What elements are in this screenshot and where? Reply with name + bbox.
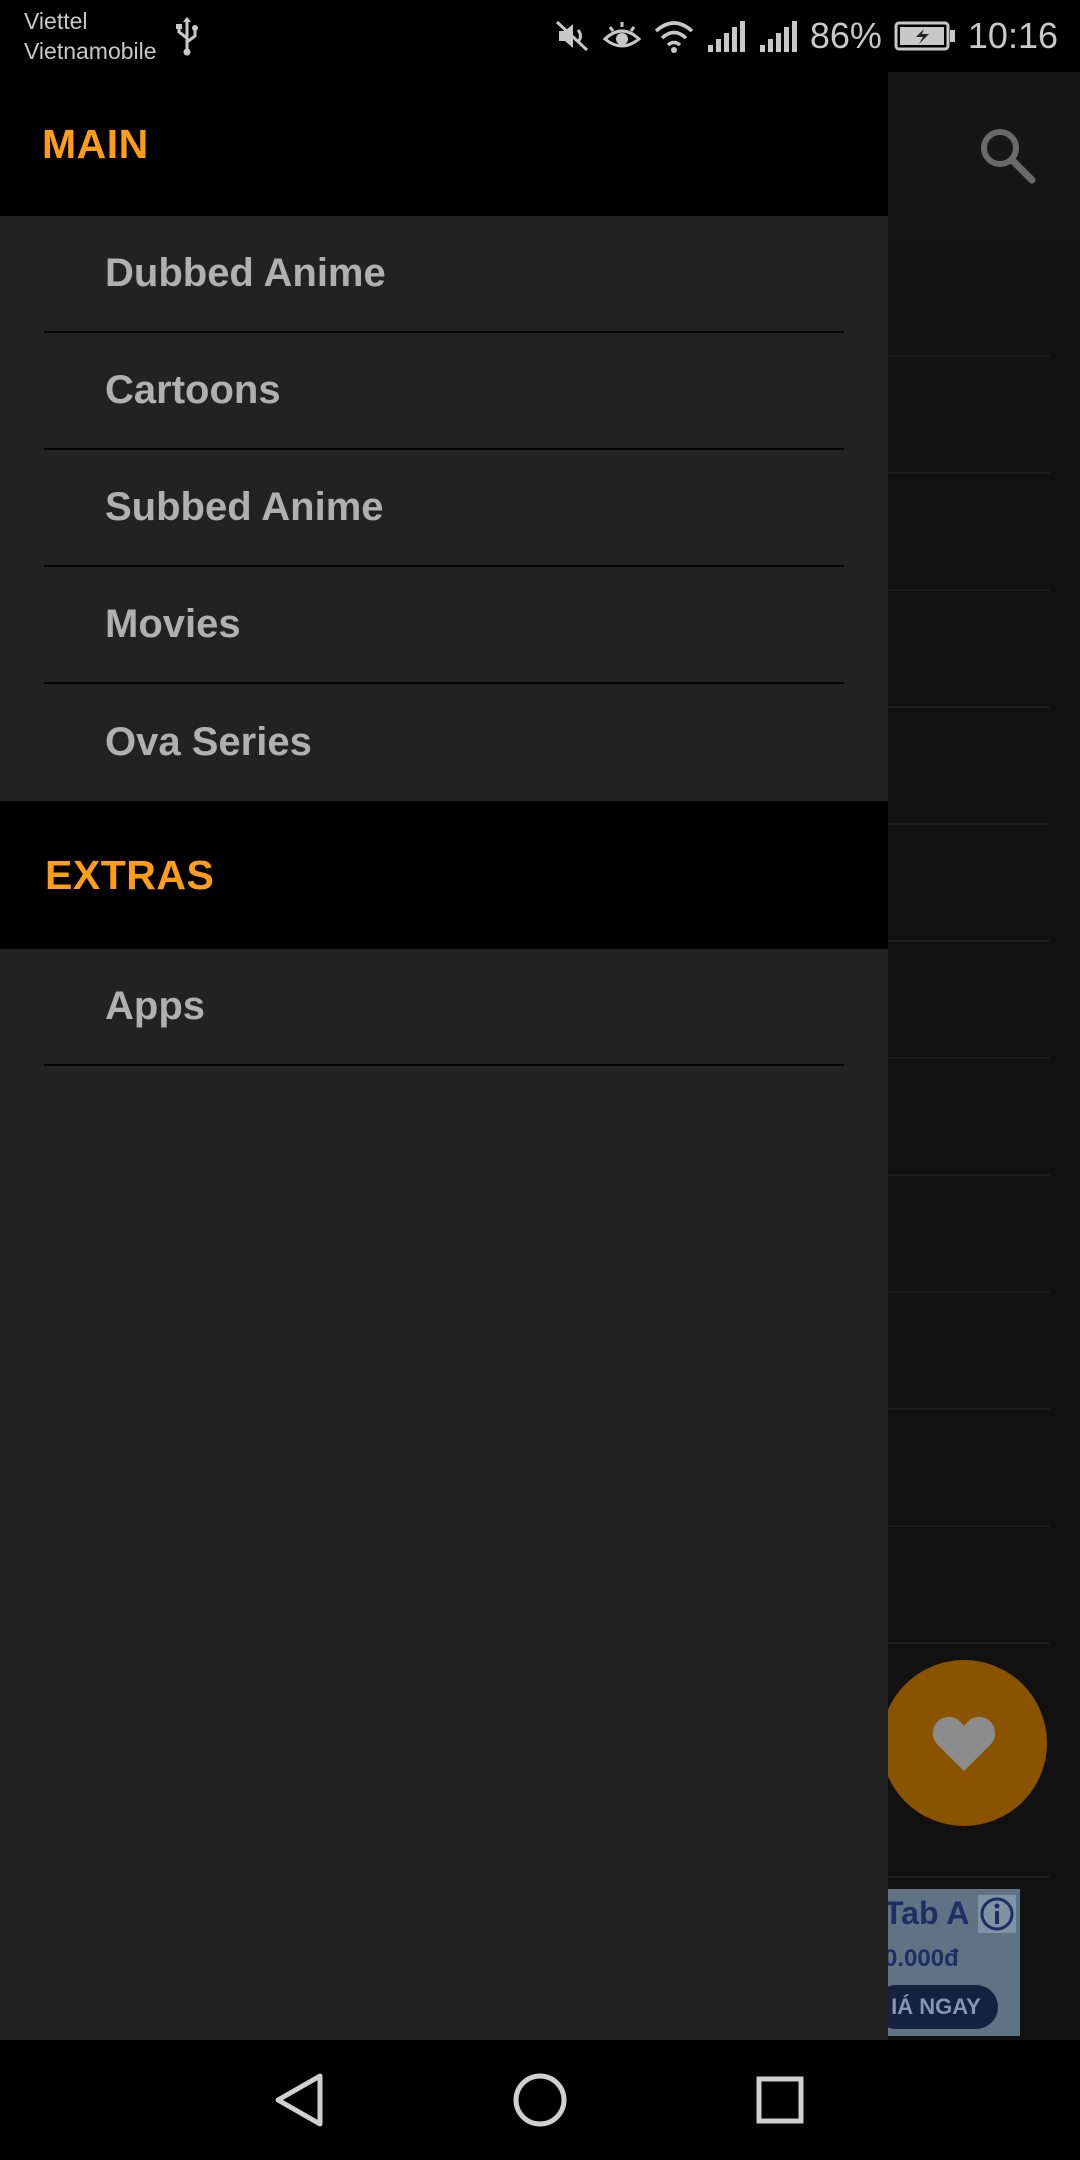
info-icon[interactable] xyxy=(978,1895,1016,1933)
battery-percent: 86% xyxy=(809,15,882,56)
ad-price: 0.000đ xyxy=(884,1945,959,1972)
status-icons: 86% 10:16 xyxy=(554,10,1058,62)
eye-comfort-icon xyxy=(602,22,642,48)
mute-icon xyxy=(555,20,588,52)
usb-icon xyxy=(176,17,198,56)
system-nav-bar xyxy=(0,2040,1080,2160)
section-header-main: MAIN xyxy=(0,72,888,216)
favorite-fab-button[interactable] xyxy=(881,1660,1047,1826)
home-circle-icon[interactable] xyxy=(510,2070,570,2130)
ad-banner[interactable]: Tab A 0.000đ IÁ NGAY xyxy=(884,1889,1020,2036)
clock: 10:16 xyxy=(967,15,1058,56)
menu-item-label: Movies xyxy=(105,602,241,646)
menu-item-apps[interactable]: Apps xyxy=(44,949,844,1066)
menu-item-ova-series[interactable]: Ova Series xyxy=(44,684,844,801)
list-item[interactable] xyxy=(888,1410,1050,1527)
section-title-extras: EXTRAS xyxy=(45,851,215,898)
ad-title: Tab A xyxy=(884,1895,970,1931)
menu-item-label: Apps xyxy=(105,984,205,1028)
menu-item-subbed-anime[interactable]: Subbed Anime xyxy=(44,450,844,567)
status-bar: Viettel Vietnamobile 86% 10:16 xyxy=(0,0,1080,72)
ad-cta-button[interactable]: IÁ NGAY xyxy=(884,1985,998,2029)
signal-icon-1 xyxy=(707,21,745,52)
section-header-extras: EXTRAS xyxy=(0,801,888,949)
menu-item-label: Cartoons xyxy=(105,368,281,412)
menu-item-label: Ova Series xyxy=(105,720,312,764)
list-item[interactable] xyxy=(888,474,1050,591)
back-triangle-icon[interactable] xyxy=(270,2070,330,2130)
heart-icon xyxy=(932,1716,996,1771)
signal-icon-2 xyxy=(759,21,797,52)
menu-item-movies[interactable]: Movies xyxy=(44,567,844,684)
carrier-name-secondary: Vietnamobile xyxy=(24,38,157,64)
navigation-drawer: MAIN Dubbed Anime Cartoons Subbed Anime … xyxy=(0,72,888,2040)
recents-square-icon[interactable] xyxy=(750,2070,810,2130)
list-item[interactable] xyxy=(888,1059,1050,1176)
carrier-name-primary: Viettel xyxy=(24,8,88,34)
extras-menu-group: Apps xyxy=(0,949,888,1066)
menu-item-dubbed-anime[interactable]: Dubbed Anime xyxy=(44,216,844,333)
list-item[interactable] xyxy=(888,357,1050,474)
wifi-icon xyxy=(654,21,694,53)
list-item[interactable] xyxy=(888,708,1050,825)
list-item[interactable] xyxy=(888,240,1050,357)
main-menu-group: Dubbed Anime Cartoons Subbed Anime Movie… xyxy=(0,216,888,801)
section-title-main: MAIN xyxy=(42,120,149,167)
list-item[interactable] xyxy=(888,1293,1050,1410)
list-item[interactable] xyxy=(888,825,1050,942)
list-item[interactable] xyxy=(888,1527,1050,1644)
menu-item-label: Dubbed Anime xyxy=(105,251,386,295)
list-item[interactable] xyxy=(888,942,1050,1059)
menu-item-cartoons[interactable]: Cartoons xyxy=(44,333,844,450)
menu-item-label: Subbed Anime xyxy=(105,485,384,529)
battery-charging-icon xyxy=(894,21,955,51)
search-icon[interactable] xyxy=(976,124,1038,186)
carrier-info: Viettel Vietnamobile xyxy=(24,6,157,66)
list-item[interactable] xyxy=(888,1176,1050,1293)
list-item[interactable] xyxy=(888,591,1050,708)
